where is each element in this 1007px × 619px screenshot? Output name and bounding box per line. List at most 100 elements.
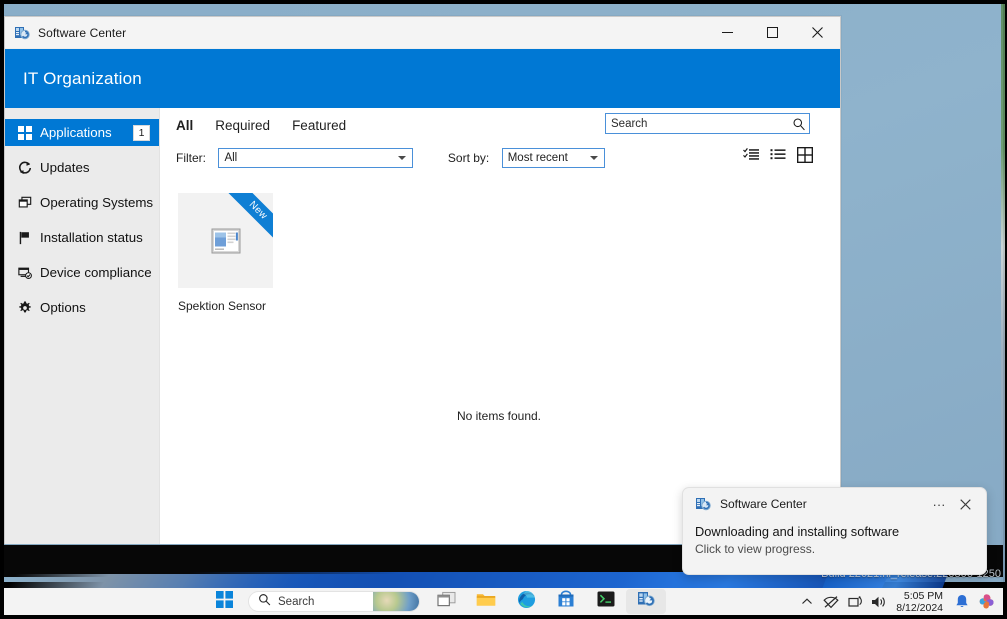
sort-dropdown[interactable]: Most recent — [501, 148, 605, 168]
sidebar-item-label: Operating Systems — [40, 195, 154, 210]
refresh-icon — [16, 160, 33, 176]
taskbar-item-microsoft-store[interactable] — [546, 589, 586, 614]
window-title: Software Center — [38, 25, 127, 40]
sidebar-item-device-compliance[interactable]: Device compliance — [5, 259, 159, 286]
sidebar-item-label: Installation status — [40, 230, 143, 245]
chevron-down-icon — [398, 156, 407, 160]
no-network-icon[interactable] — [820, 590, 842, 614]
gear-icon — [16, 300, 33, 316]
sidebar-item-label: Updates — [40, 160, 90, 175]
sidebar-item-options[interactable]: Options — [5, 294, 159, 321]
close-button[interactable] — [795, 17, 840, 48]
wallpaper-edge — [1001, 4, 1005, 582]
sidebar-item-label: Applications — [40, 125, 112, 140]
search-input[interactable] — [606, 114, 789, 133]
chevron-down-icon — [589, 156, 598, 160]
taskbar-clock[interactable]: 5:05 PM 8/12/2024 — [896, 590, 943, 614]
tile-grid-icon[interactable] — [796, 146, 813, 163]
start-button[interactable] — [204, 589, 244, 614]
notification-toast[interactable]: Software Center ··· Downloading and inst… — [682, 487, 987, 575]
sort-value: Most recent — [507, 152, 568, 164]
tab-all[interactable]: All — [176, 118, 193, 133]
application-window-icon — [211, 228, 240, 253]
sidebar-item-label: Options — [40, 300, 86, 315]
tab-required[interactable]: Required — [215, 118, 270, 133]
screen: Build 22621.ni_release.220506-1250 Softw… — [0, 0, 1007, 619]
sidebar-item-updates[interactable]: Updates — [5, 154, 159, 181]
toast-title: Downloading and installing software — [695, 524, 900, 539]
sidebar-item-operating-systems[interactable]: Operating Systems — [5, 189, 159, 216]
view-toggle-group — [742, 146, 813, 163]
grid-apps-icon — [16, 125, 33, 141]
microsoft-store-icon — [557, 590, 575, 613]
taskbar-items: Search — [204, 589, 666, 614]
task-view-icon — [436, 591, 456, 613]
copilot-icon[interactable] — [975, 590, 997, 614]
device-check-icon — [16, 265, 33, 281]
toast-subtitle: Click to view progress. — [695, 542, 816, 556]
sidebar-item-label: Device compliance — [40, 265, 152, 280]
toast-body: Downloading and installing software Clic… — [683, 520, 986, 558]
toast-app-name: Software Center — [720, 497, 807, 511]
chevron-up-icon[interactable] — [796, 590, 818, 614]
toast-close-button[interactable] — [952, 492, 978, 516]
toast-more-button[interactable]: ··· — [926, 492, 952, 516]
main-content: All Required Featured Filter: — [160, 108, 840, 544]
search-icon — [258, 593, 271, 611]
taskbar: Search 5:05 PM 8/12/2024 — [4, 588, 1003, 615]
filter-label: Filter: — [176, 151, 206, 166]
flag-icon — [16, 230, 33, 246]
sidebar-item-installation-status[interactable]: Installation status — [5, 224, 159, 251]
wifi-icon[interactable] — [844, 590, 866, 614]
taskbar-item-microsoft-edge[interactable] — [506, 589, 546, 614]
software-center-icon — [695, 496, 711, 512]
list-detail-icon[interactable] — [742, 146, 759, 163]
sidebar-item-applications[interactable]: Applications 1 — [5, 119, 159, 146]
window-titlebar[interactable]: Software Center — [5, 17, 840, 49]
window-controls — [705, 17, 840, 48]
list-icon[interactable] — [769, 146, 786, 163]
sort-label: Sort by: — [447, 151, 490, 166]
organization-header: IT Organization — [5, 49, 840, 108]
search-box[interactable] — [605, 113, 810, 134]
edge-browser-icon — [517, 590, 536, 614]
file-explorer-icon — [476, 591, 496, 613]
app-tile-spektion-sensor[interactable]: New Spektion Sensor — [178, 193, 273, 313]
software-center-window: Software Center IT Organization Applicat… — [4, 16, 841, 544]
app-tile-name: Spektion Sensor — [178, 299, 267, 313]
empty-state-message: No items found. — [456, 409, 542, 423]
windows-start-icon — [215, 590, 233, 613]
minimize-button[interactable] — [705, 17, 750, 48]
filter-tabs: All Required Featured — [176, 118, 346, 133]
search-icon[interactable] — [789, 114, 809, 133]
filter-sort-row: Filter: All Sort by: Most recent — [176, 148, 824, 170]
tab-featured[interactable]: Featured — [292, 118, 346, 133]
new-ribbon-label: New — [246, 199, 270, 222]
taskbar-item-windows-terminal[interactable] — [586, 589, 626, 614]
software-center-icon — [14, 25, 30, 41]
taskbar-item-software-center[interactable] — [626, 589, 666, 614]
maximize-button[interactable] — [750, 17, 795, 48]
empty-state: No items found. — [176, 409, 840, 423]
filter-dropdown[interactable]: All — [218, 148, 414, 168]
monitor-stack-icon — [16, 195, 33, 211]
app-tile-thumbnail: New — [178, 193, 273, 288]
clock-date: 8/12/2024 — [896, 601, 943, 614]
organization-name: IT Organization — [23, 68, 142, 88]
taskbar-item-file-explorer[interactable] — [466, 589, 506, 614]
sidebar: Applications 1 Updates Operating Systems… — [5, 108, 160, 544]
taskbar-search-label: Search — [278, 595, 315, 608]
speaker-icon[interactable] — [868, 590, 890, 614]
filter-value: All — [224, 152, 238, 164]
applications-count-badge: 1 — [133, 124, 150, 141]
bell-icon[interactable] — [951, 590, 973, 614]
terminal-icon — [597, 591, 615, 612]
system-tray: 5:05 PM 8/12/2024 — [796, 590, 997, 614]
clock-time: 5:05 PM — [903, 589, 943, 602]
toast-header: Software Center ··· — [683, 488, 986, 520]
taskbar-item-task-view[interactable] — [426, 589, 466, 614]
taskbar-search[interactable]: Search — [248, 591, 420, 612]
search-highlight-image — [373, 592, 419, 611]
software-center-icon — [637, 590, 655, 613]
window-body: Applications 1 Updates Operating Systems… — [5, 108, 840, 544]
